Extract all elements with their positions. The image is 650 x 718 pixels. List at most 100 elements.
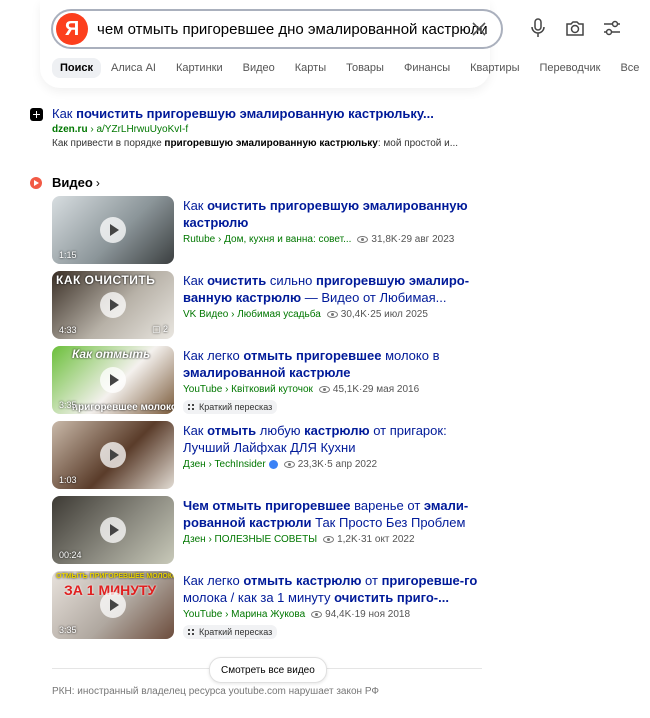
video-item[interactable]: Как отмыть пригоревшее молоко 3:35 Как легк… xyxy=(52,346,492,416)
video-source-link[interactable]: YouTube › Марина Жукова xyxy=(183,609,305,620)
comments-count: ▢ 2 xyxy=(152,324,168,335)
video-title-part: эмалированной кастрюле xyxy=(183,365,351,380)
video-thumbnail[interactable]: Как отмыть пригоревшее молоко 3:35 xyxy=(52,346,174,414)
video-title-part: кастрюлю xyxy=(304,423,370,438)
video-item[interactable]: 00:24 Чем отмыть пригоревшее варенье от э… xyxy=(52,496,492,566)
video-date: 25 июл 2025 xyxy=(370,309,428,320)
clear-icon[interactable] xyxy=(469,19,489,39)
search-input[interactable]: чем отмыть пригоревшее дно эмалированной… xyxy=(97,21,488,38)
tab-images[interactable]: Картинки xyxy=(166,62,233,74)
video-play-icon xyxy=(30,176,42,189)
video-title-part: Как xyxy=(183,198,208,213)
video-source-link[interactable]: Rutube › Дом, кухня и ванна: совет... xyxy=(183,234,351,245)
video-source-link[interactable]: Дзен › TechInsider xyxy=(183,459,266,470)
video-thumbnail[interactable]: ОТМЫТЬ ПРИГОРЕВШЕЕ МОЛОКО ЗА 1 МИНУТУ 3:35 xyxy=(52,571,174,639)
video-title-part: кастрюлю xyxy=(183,215,249,230)
microphone-icon[interactable] xyxy=(526,16,550,40)
video-date: 19 ноя 2018 xyxy=(354,609,411,620)
video-meta: YouTube › Марина Жукова 94,4K · 19 ноя 20… xyxy=(183,609,410,620)
video-title-part: отмыть пригоревшее xyxy=(243,348,382,363)
video-meta: Rutube › Дом, кухня и ванна: совет... 31,… xyxy=(183,234,454,245)
video-duration: 4:33 xyxy=(59,325,77,335)
video-item[interactable]: 1:03 Как отмыть любую кастрюлю от пригаро… xyxy=(52,421,492,491)
video-title-part: Как легко xyxy=(183,573,244,588)
summary-icon xyxy=(187,403,195,411)
video-title-link[interactable]: Как отмыть любую кастрюлю от пригарок: Л… xyxy=(183,422,483,456)
video-title-link[interactable]: Как очистить пригоревшую эмалированную к… xyxy=(183,197,483,231)
dzen-favicon-icon xyxy=(30,108,43,121)
tab-realty[interactable]: Квартиры xyxy=(460,62,529,74)
video-section-header[interactable]: Видео › xyxy=(30,175,100,190)
video-views: 31,8K xyxy=(371,234,398,245)
video-thumbnail[interactable]: КАК ОЧИСТИТЬ 4:33 ▢ 2 xyxy=(52,271,174,339)
tab-finance[interactable]: Финансы xyxy=(394,62,460,74)
tab-video[interactable]: Видео xyxy=(233,62,285,74)
play-icon[interactable] xyxy=(100,517,126,543)
video-title-part: отмыть кастрюлю xyxy=(243,573,362,588)
camera-icon[interactable] xyxy=(563,16,587,40)
tab-translator[interactable]: Переводчик xyxy=(529,62,610,74)
result-title-link[interactable]: Как почистить пригоревшую эмалированную … xyxy=(52,106,434,121)
video-item[interactable]: 1:15 Как очистить пригоревшую эмалированн… xyxy=(52,196,492,266)
video-title-part: Как xyxy=(183,423,208,438)
video-views: 45,1K xyxy=(332,384,360,395)
comments-number: 2 xyxy=(162,324,168,334)
video-source-link[interactable]: YouTube › Квітковий куточок xyxy=(183,384,313,395)
views-eye-icon xyxy=(283,461,295,468)
legal-notice: РКН: иностранный владелец ресурса youtub… xyxy=(52,686,379,697)
video-title-part: молоко в xyxy=(381,348,440,363)
summary-icon xyxy=(187,628,195,636)
comment-icon: ▢ xyxy=(151,324,163,334)
summary-label: Краткий пересказ xyxy=(199,402,273,412)
play-icon[interactable] xyxy=(100,292,126,318)
video-thumbnail[interactable]: 1:03 xyxy=(52,421,174,489)
tab-alice-ai[interactable]: Алиса AI xyxy=(101,62,166,74)
video-title-link[interactable]: Как легко отмыть кастрюлю от пригоревше-… xyxy=(183,572,483,606)
play-icon[interactable] xyxy=(100,367,126,393)
video-thumbnail[interactable]: 1:15 xyxy=(52,196,174,264)
thumbnail-caption: пригоревшее молоко xyxy=(72,402,174,413)
video-title-part: очистить пригоревшую эмалированную xyxy=(207,198,468,213)
video-title-link[interactable]: Чем отмыть пригоревшее варенье от эмали-… xyxy=(183,497,483,531)
video-date: 29 авг 2023 xyxy=(400,234,455,245)
video-duration: 00:24 xyxy=(59,550,82,560)
views-eye-icon xyxy=(311,611,323,618)
video-date: 29 мая 2016 xyxy=(362,384,420,395)
search-bar[interactable]: Я чем отмыть пригоревшее дно эмалированн… xyxy=(51,9,503,49)
video-title-link[interactable]: Как очистить сильно пригоревшую эмалиро-… xyxy=(183,272,483,306)
video-views: 1,2K xyxy=(337,534,358,545)
summary-chip[interactable]: Краткий пересказ xyxy=(183,625,278,639)
verified-icon xyxy=(268,460,278,469)
tab-maps[interactable]: Карты xyxy=(285,62,336,74)
summary-chip[interactable]: Краткий пересказ xyxy=(183,400,278,414)
play-icon[interactable] xyxy=(100,442,126,468)
video-item[interactable]: ОТМЫТЬ ПРИГОРЕВШЕЕ МОЛОКО ЗА 1 МИНУТУ 3:35… xyxy=(52,571,492,641)
video-title-part: очистить приго-... xyxy=(334,590,449,605)
video-source-link[interactable]: Дзен › ПОЛЕЗНЫЕ СОВЕТЫ xyxy=(183,534,317,545)
video-item[interactable]: КАК ОЧИСТИТЬ 4:33 ▢ 2 Как очистить сильно п… xyxy=(52,271,492,341)
play-icon[interactable] xyxy=(100,592,126,618)
settings-sliders-icon[interactable] xyxy=(600,16,624,40)
video-title-part: — Видео от Любимая... xyxy=(301,290,447,305)
video-title-part: варенье от xyxy=(350,498,424,513)
views-eye-icon xyxy=(323,536,335,543)
video-title-part: очистить xyxy=(207,273,267,288)
video-section-title: Видео xyxy=(52,175,93,190)
tab-products[interactable]: Товары xyxy=(336,62,394,74)
video-title-part: пригоревше-го xyxy=(381,573,478,588)
result-url[interactable]: dzen.ru › a/YZrLHrwuUyoKvI-f xyxy=(52,124,188,135)
video-title-part: любую xyxy=(256,423,305,438)
show-all-videos-button[interactable]: Смотреть все видео xyxy=(209,657,327,683)
video-duration: 1:15 xyxy=(59,250,77,260)
video-title-part: от xyxy=(361,573,382,588)
tab-search[interactable]: Поиск xyxy=(52,58,102,78)
video-thumbnail[interactable]: 00:24 xyxy=(52,496,174,564)
thumbnail-caption: КАК ОЧИСТИТЬ xyxy=(56,273,156,287)
video-title-link[interactable]: Как легко отмыть пригоревшее молоко в эм… xyxy=(183,347,483,381)
yandex-logo[interactable]: Я xyxy=(56,13,88,45)
play-icon[interactable] xyxy=(100,217,126,243)
video-title-part: молока / как за 1 минуту xyxy=(183,590,335,605)
tab-all[interactable]: Все xyxy=(610,62,649,74)
views-eye-icon xyxy=(318,386,330,393)
video-source-link[interactable]: VK Видео › Любимая усадьба xyxy=(183,309,321,320)
